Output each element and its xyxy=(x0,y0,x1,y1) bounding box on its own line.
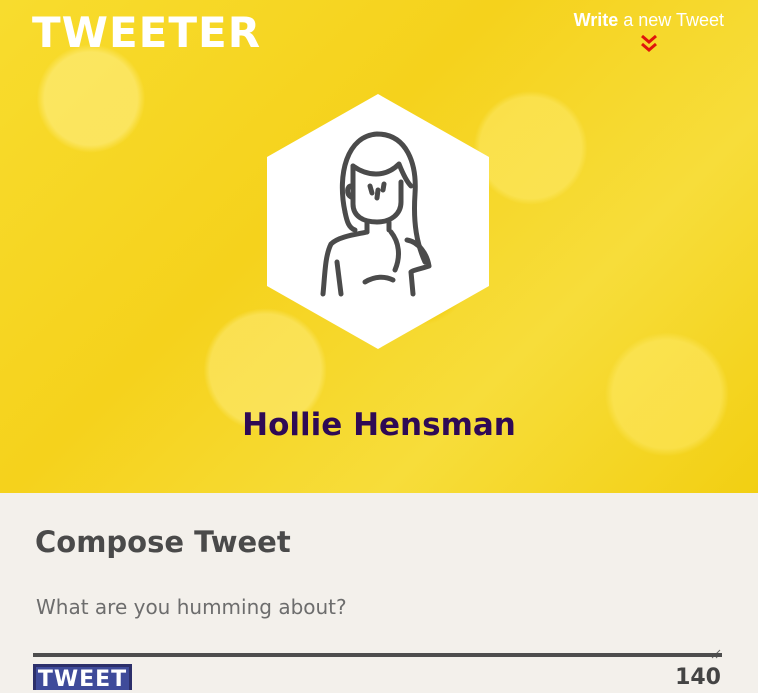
user-avatar-icon xyxy=(267,94,489,349)
user-avatar xyxy=(267,94,489,349)
write-new-tweet-bold: Write xyxy=(573,10,619,30)
app-logo[interactable]: TWEETER xyxy=(32,12,261,54)
input-underline xyxy=(33,653,722,657)
tweet-textarea[interactable] xyxy=(33,591,722,653)
tweet-button[interactable]: TWEET xyxy=(33,664,132,692)
character-counter: 140 xyxy=(675,665,721,690)
profile-header: TWEETER Write a new Tweet Hollie Hensman xyxy=(0,0,758,493)
write-new-tweet-link[interactable]: Write a new Tweet xyxy=(574,10,724,31)
write-new-tweet-rest: a new Tweet xyxy=(618,10,724,30)
compose-title: Compose Tweet xyxy=(35,525,291,559)
user-name: Hollie Hensman xyxy=(242,407,516,443)
compose-tweet-section: Compose Tweet TWEET 140 xyxy=(0,493,758,692)
double-chevron-down-icon[interactable] xyxy=(640,34,658,54)
